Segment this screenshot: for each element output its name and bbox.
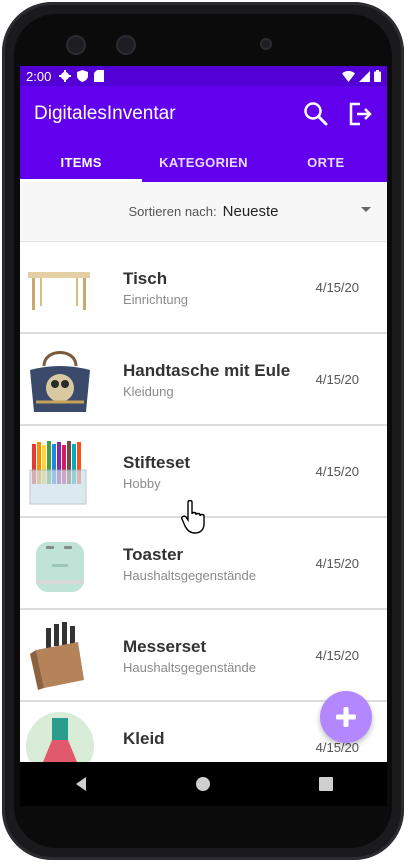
item-title: Handtasche mit Eule	[123, 361, 291, 380]
dropdown-caret-icon	[361, 207, 371, 212]
knife-block-image	[30, 622, 84, 690]
tab-orte-label: ORTE	[307, 154, 345, 170]
tab-items-label: ITEMS	[60, 154, 102, 170]
item-date: 4/15/20	[315, 648, 359, 663]
item-date: 4/15/20	[315, 556, 359, 571]
app-screen: 2:00 DigitalesInventar ITEMS KATEGORIEN …	[20, 66, 387, 762]
item-category: Hobby	[123, 476, 161, 491]
toaster-image	[36, 542, 84, 592]
item-category: Einrichtung	[123, 292, 189, 307]
tab-kategorien-label: KATEGORIEN	[159, 154, 248, 170]
add-item-button[interactable]	[320, 691, 372, 743]
system-nav-bar	[20, 762, 387, 806]
tab-kategorien[interactable]: KATEGORIEN	[142, 142, 264, 182]
tab-orte[interactable]: ORTE	[265, 142, 387, 182]
wifi-icon	[342, 70, 355, 82]
back-icon[interactable]	[73, 776, 89, 792]
settings-status-icon	[59, 70, 72, 82]
shield-status-icon	[77, 70, 89, 82]
pen-set-image	[29, 441, 87, 505]
item-category: Kleidung	[123, 384, 174, 399]
app-bar: DigitalesInventar	[20, 86, 387, 142]
sort-dropdown[interactable]: Sortieren nach: Neueste	[20, 182, 387, 242]
recents-icon[interactable]	[318, 776, 334, 792]
sort-value: Neueste	[222, 203, 279, 220]
item-date: 4/15/20	[315, 464, 359, 479]
logout-icon[interactable]	[347, 101, 373, 127]
handbag-image	[30, 351, 90, 412]
app-title: DigitalesInventar	[34, 103, 176, 124]
plus-icon	[336, 707, 356, 727]
item-category: Haushaltsgegenstände	[123, 660, 256, 675]
signal-icon	[359, 70, 370, 82]
home-icon[interactable]	[195, 776, 211, 792]
list-item-handtasche[interactable]: Handtasche mit Eule Kleidung 4/15/20	[20, 334, 387, 426]
list-item-tisch[interactable]: Tisch Einrichtung 4/15/20	[20, 242, 387, 334]
item-title: Messerset	[123, 637, 207, 656]
sim-card-status-icon	[94, 70, 105, 82]
item-category: Haushaltsgegenstände	[123, 568, 256, 583]
list-item-messerset[interactable]: Messerset Haushaltsgegenstände 4/15/20	[20, 610, 387, 702]
item-date: 4/15/20	[315, 372, 359, 387]
item-title: Tisch	[123, 269, 168, 288]
search-icon[interactable]	[303, 101, 329, 127]
item-title: Stifteset	[123, 453, 191, 472]
sort-label: Sortieren nach:	[128, 204, 217, 219]
item-date: 4/15/20	[315, 280, 359, 295]
tab-items[interactable]: ITEMS	[20, 142, 142, 182]
front-camera-left	[66, 35, 86, 55]
table-image	[28, 272, 90, 310]
status-time: 2:00	[26, 68, 52, 84]
front-camera-right	[116, 35, 136, 55]
front-sensor	[260, 38, 272, 50]
battery-icon	[374, 70, 381, 82]
item-date: 4/15/20	[315, 740, 359, 755]
item-title: Kleid	[123, 729, 165, 748]
dress-image	[26, 712, 94, 762]
hand-cursor-icon	[181, 500, 205, 534]
item-title: Toaster	[123, 545, 184, 564]
tab-bar: ITEMS KATEGORIEN ORTE	[20, 142, 387, 182]
status-bar: 2:00	[20, 66, 387, 86]
